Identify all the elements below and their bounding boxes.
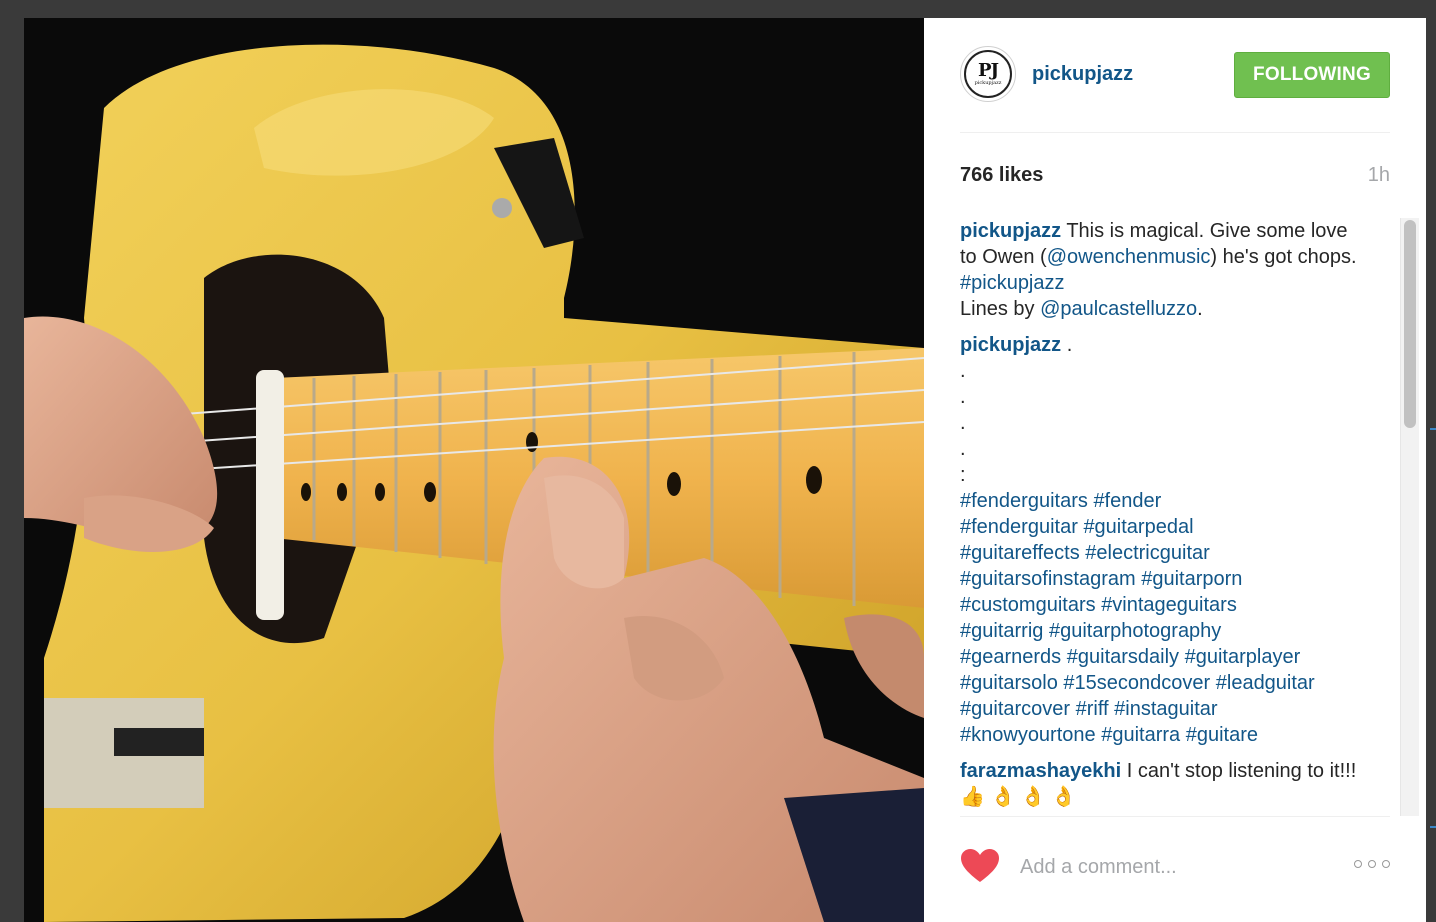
hashtag-line: #guitarsolo #15secondcover #leadguitar [960, 670, 1360, 696]
comment-author[interactable]: pickupjazz [960, 334, 1061, 356]
hashtag-link[interactable]: #instaguitar [1114, 698, 1217, 720]
avatar-monogram: PJ [977, 60, 999, 81]
hashtag-link[interactable]: #fenderguitar [960, 516, 1078, 538]
avatar-logo: PJ pickupjazz [964, 50, 1012, 98]
hashtag-line: #guitareffects #electricguitar [960, 540, 1360, 566]
hashtag-link[interactable]: #guitarsofinstagram [960, 568, 1136, 590]
dot-line: . [960, 360, 966, 382]
hashtag-link[interactable]: #vintageguitars [1101, 594, 1237, 616]
likes-count[interactable]: 766 likes [960, 164, 1043, 187]
dot-line: . [960, 386, 966, 408]
dot-line: . [960, 412, 966, 434]
header-divider [960, 132, 1390, 133]
hashtag-line: #gearnerds #guitarsdaily #guitarplayer [960, 644, 1360, 670]
hashtag-link[interactable]: #pickupjazz [960, 272, 1065, 294]
post-header: PJ pickupjazz pickupjazz FOLLOWING [960, 46, 1390, 104]
hashtag-line: #fenderguitar #guitarpedal [960, 514, 1360, 540]
avatar[interactable]: PJ pickupjazz [960, 46, 1016, 102]
hashtag-link[interactable]: #leadguitar [1216, 672, 1315, 694]
hashtag-link[interactable]: #guitarporn [1141, 568, 1242, 590]
following-button[interactable]: FOLLOWING [1234, 52, 1390, 98]
caption-text: ) he's got chops. [1210, 246, 1357, 268]
window-edge [1426, 18, 1436, 922]
post-media[interactable] [24, 18, 924, 922]
heart-icon[interactable] [960, 848, 1000, 884]
hashtag-link[interactable]: #fenderguitars [960, 490, 1088, 512]
hashtag-line: #guitarcover #riff #instaguitar [960, 696, 1360, 722]
more-dot-icon [1354, 860, 1362, 868]
hashtag-link[interactable]: #fender [1093, 490, 1161, 512]
hashtag-link[interactable]: #guitarpedal [1083, 516, 1193, 538]
more-options-icon[interactable] [1354, 856, 1390, 872]
hashtag-link[interactable]: #guitarcover [960, 698, 1070, 720]
hashtag-link[interactable]: #guitare [1186, 724, 1258, 746]
mention-link[interactable]: @paulcastelluzzo [1040, 298, 1197, 320]
hashtag-link[interactable]: #guitarplayer [1185, 646, 1301, 668]
comments-scrollbar-thumb[interactable] [1404, 220, 1416, 428]
username-link[interactable]: pickupjazz [1032, 63, 1133, 86]
hashtag-line: #guitarrig #guitarphotography [960, 618, 1360, 644]
comment-author[interactable]: farazmashayekhi [960, 760, 1121, 782]
post-side-panel: PJ pickupjazz pickupjazz FOLLOWING 766 l… [924, 18, 1426, 922]
post-footer [960, 844, 1390, 892]
hashtag-link[interactable]: #customguitars [960, 594, 1096, 616]
hashtag-lines: #fenderguitars #fender #fenderguitar #gui… [960, 488, 1360, 748]
hashtag-link[interactable]: #guitareffects [960, 542, 1080, 564]
hashtag-link[interactable]: #guitarphotography [1049, 620, 1221, 642]
caption-text: Lines by [960, 298, 1041, 320]
avatar-caption: pickupjazz [974, 80, 1002, 86]
hashtag-link[interactable]: #guitarsolo [960, 672, 1058, 694]
dot-line: : [960, 464, 966, 486]
footer-divider [960, 816, 1390, 817]
hashtag-link[interactable]: #guitarra [1101, 724, 1180, 746]
hashtag-link[interactable]: #guitarsdaily [1067, 646, 1179, 668]
caption-text: . [1197, 298, 1203, 320]
mention-link[interactable]: @owenchenmusic [1047, 246, 1211, 268]
hashtag-link[interactable]: #15secondcover [1063, 672, 1210, 694]
hashtag-link[interactable]: #knowyourtone [960, 724, 1096, 746]
dot-line: . [960, 438, 966, 460]
hashtag-link[interactable]: #guitarrig [960, 620, 1043, 642]
dot-lines: . . . . : [960, 358, 1360, 488]
hashtag-line: #customguitars #vintageguitars [960, 592, 1360, 618]
guitar-photo [24, 18, 924, 922]
hashtag-line: #knowyourtone #guitarra #guitare [960, 722, 1360, 748]
comment-author[interactable]: pickupjazz [960, 220, 1061, 242]
comments-list: pickupjazz This is magical. Give some lo… [960, 218, 1390, 816]
more-dot-icon [1368, 860, 1376, 868]
hashtag-line: #guitarsofinstagram #guitarporn [960, 566, 1360, 592]
hashtag-link[interactable]: #riff [1076, 698, 1109, 720]
post-timestamp[interactable]: 1h [1368, 164, 1390, 187]
add-comment-input[interactable] [1018, 850, 1342, 884]
hashtag-link[interactable]: #electricguitar [1085, 542, 1210, 564]
user-comment: farazmashayekhi I can't stop listening t… [960, 758, 1360, 810]
hashtag-link[interactable]: #gearnerds [960, 646, 1061, 668]
hashtag-line: #fenderguitars #fender [960, 488, 1360, 514]
comment-text: . [1066, 334, 1073, 356]
caption-comment: pickupjazz This is magical. Give some lo… [960, 218, 1360, 322]
hashtag-comment: pickupjazz . . . . . : #fenderguitars #f… [960, 332, 1360, 748]
more-dot-icon [1382, 860, 1390, 868]
